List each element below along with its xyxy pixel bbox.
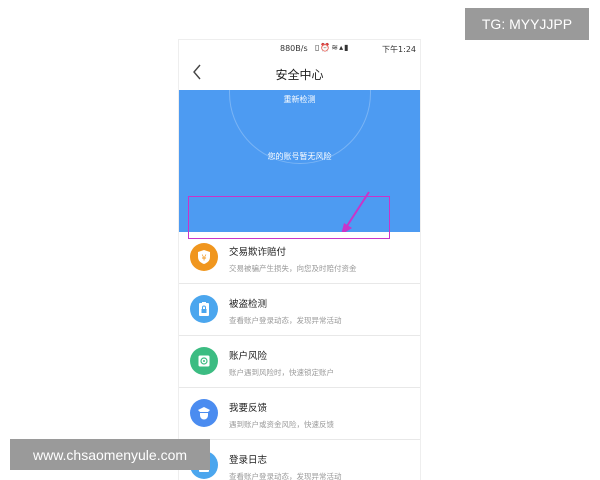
item-title: 登录日志	[229, 455, 268, 466]
icon-circle	[190, 347, 218, 375]
rescan-button[interactable]: 重新检测	[179, 94, 420, 105]
page-title: 安全中心	[275, 68, 324, 82]
wifi-icon: ≋	[331, 43, 340, 52]
icon-circle	[190, 295, 218, 323]
badge-icon	[198, 407, 210, 420]
yen-shield-icon: ¥	[198, 250, 210, 264]
item-title: 被盗检测	[229, 299, 268, 310]
security-banner: 重新检测 您的账号暂无风险	[179, 90, 420, 232]
phone-screen: 880B/s ▯⏰≋▴▮ 下午1:24 安全中心 重新检测 您的账号暂无风险 ¥	[179, 40, 420, 480]
item-title: 账户风险	[229, 351, 268, 362]
site-watermark: www.chsaomenyule.com	[10, 439, 210, 470]
clipboard-lock-icon	[199, 302, 209, 316]
list-item-login-log[interactable]: 登录日志 查看账户登录动态，发现异常活动	[179, 440, 420, 480]
list-item-fraud-compensation[interactable]: ¥ 交易欺诈赔付 交易被骗产生损失，向您及时赔付资金	[179, 232, 420, 284]
list-item-theft-detection[interactable]: 被盗检测 查看账户登录动态，发现异常活动	[179, 284, 420, 336]
item-subtitle: 遇到账户或资金风险，快速反馈	[229, 420, 334, 429]
item-subtitle: 查看账户登录动态，发现异常活动	[229, 316, 342, 325]
alarm-icon: ⏰	[320, 43, 332, 52]
safe-icon	[198, 355, 210, 367]
item-title: 交易欺诈赔付	[229, 247, 287, 258]
item-subtitle: 交易被骗产生损失，向您及时赔付资金	[229, 264, 357, 273]
battery-icon: ▮	[344, 43, 350, 52]
icon-circle	[190, 399, 218, 427]
icon-circle: ¥	[190, 243, 218, 271]
item-subtitle: 查看账户登录动态，发现异常活动	[229, 472, 342, 480]
network-speed: 880B/s	[280, 44, 308, 53]
list-item-account-risk[interactable]: 账户风险 账户遇到风险时，快速锁定账户	[179, 336, 420, 388]
risk-status: 您的账号暂无风险	[267, 152, 332, 161]
security-list: ¥ 交易欺诈赔付 交易被骗产生损失，向您及时赔付资金 被盗检测 查看账户登录动态…	[179, 232, 420, 480]
clock: 下午1:24	[382, 45, 416, 54]
arrow-annotation-icon	[341, 191, 370, 232]
status-icons: ▯⏰≋▴▮	[315, 43, 350, 52]
svg-text:¥: ¥	[201, 254, 206, 263]
list-item-feedback[interactable]: 我要反馈 遇到账户或资金风险，快速反馈	[179, 388, 420, 440]
tg-watermark: TG: MYYJJPP	[465, 8, 589, 40]
item-subtitle: 账户遇到风险时，快速锁定账户	[229, 368, 334, 377]
status-bar: 880B/s ▯⏰≋▴▮ 下午1:24	[179, 40, 420, 56]
item-title: 我要反馈	[229, 403, 268, 414]
nav-bar: 安全中心	[179, 56, 420, 90]
